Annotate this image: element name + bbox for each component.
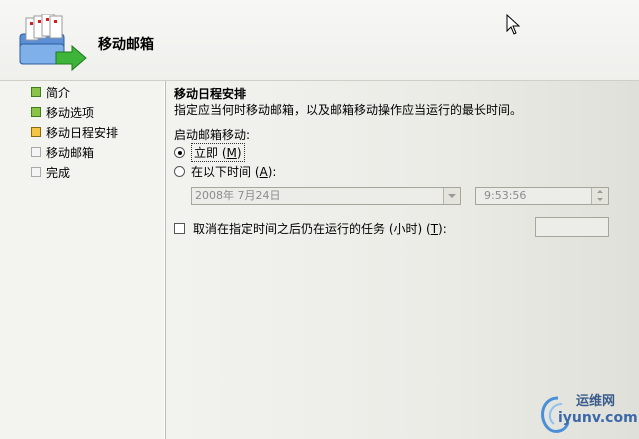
- spin-down-icon[interactable]: [597, 198, 603, 201]
- chevron-down-icon[interactable]: [443, 188, 460, 204]
- watermark-text-cn: 运维网: [576, 394, 616, 409]
- wizard-title: 移动邮箱: [98, 37, 154, 53]
- radio-later-label: 在以下时间 (A):: [191, 165, 277, 179]
- step-pending-icon: [31, 167, 41, 177]
- wizard-header: 移动邮箱: [0, 0, 639, 81]
- step-label: 移动日程安排: [46, 125, 119, 140]
- section-description: 指定应当何时移动邮箱，以及邮箱移动操作应当运行的最长时间。: [174, 103, 523, 117]
- mouse-cursor-icon: [506, 14, 521, 35]
- date-value: 2008年 7月24日: [195, 189, 281, 202]
- radio-button-checked[interactable]: [174, 147, 185, 158]
- step-done-icon: [31, 107, 41, 117]
- step-item-intro[interactable]: 简介: [31, 84, 70, 100]
- schedule-page: 移动日程安排 指定应当何时移动邮箱，以及邮箱移动操作应当运行的最长时间。 启动邮…: [166, 81, 639, 439]
- cancel-checkbox-label: 取消在指定时间之后仍在运行的任务 (小时) (T):: [193, 222, 447, 236]
- date-picker[interactable]: 2008年 7月24日: [191, 187, 461, 205]
- hours-input[interactable]: [535, 217, 609, 237]
- step-item-move-schedule[interactable]: 移动日程安排: [31, 124, 118, 140]
- step-pending-icon: [31, 147, 41, 157]
- wizard-steps-panel: 简介 移动选项 移动日程安排 移动邮箱 完成: [0, 81, 164, 439]
- step-item-completion[interactable]: 完成: [31, 164, 70, 180]
- step-item-move-options[interactable]: 移动选项: [31, 104, 94, 120]
- radio-button[interactable]: [174, 166, 185, 177]
- step-current-icon: [31, 127, 41, 137]
- site-watermark: 运维网 iyunv.com: [536, 388, 638, 438]
- time-picker[interactable]: 9:53:56: [475, 187, 609, 205]
- spin-buttons[interactable]: [591, 188, 608, 204]
- watermark-text-url: iyunv.com: [558, 410, 638, 426]
- step-label: 完成: [46, 165, 71, 180]
- radio-start-later[interactable]: 在以下时间 (A):: [174, 163, 276, 180]
- move-mailbox-icon: [19, 14, 87, 72]
- spin-up-icon[interactable]: [597, 190, 603, 193]
- step-item-move-mailbox[interactable]: 移动邮箱: [31, 144, 94, 160]
- cancel-after-hours-checkbox-row[interactable]: 取消在指定时间之后仍在运行的任务 (小时) (T):: [174, 220, 447, 237]
- start-move-label: 启动邮箱移动:: [174, 128, 251, 142]
- step-label: 移动邮箱: [46, 145, 95, 160]
- time-value: 9:53:56: [484, 189, 527, 202]
- radio-start-now[interactable]: 立即 (M): [174, 143, 245, 162]
- radio-now-label: 立即 (M): [191, 143, 245, 162]
- step-label: 简介: [46, 85, 71, 100]
- section-title: 移动日程安排: [174, 87, 247, 101]
- step-done-icon: [31, 87, 41, 97]
- step-label: 移动选项: [46, 105, 95, 120]
- cancel-checkbox[interactable]: [174, 223, 185, 234]
